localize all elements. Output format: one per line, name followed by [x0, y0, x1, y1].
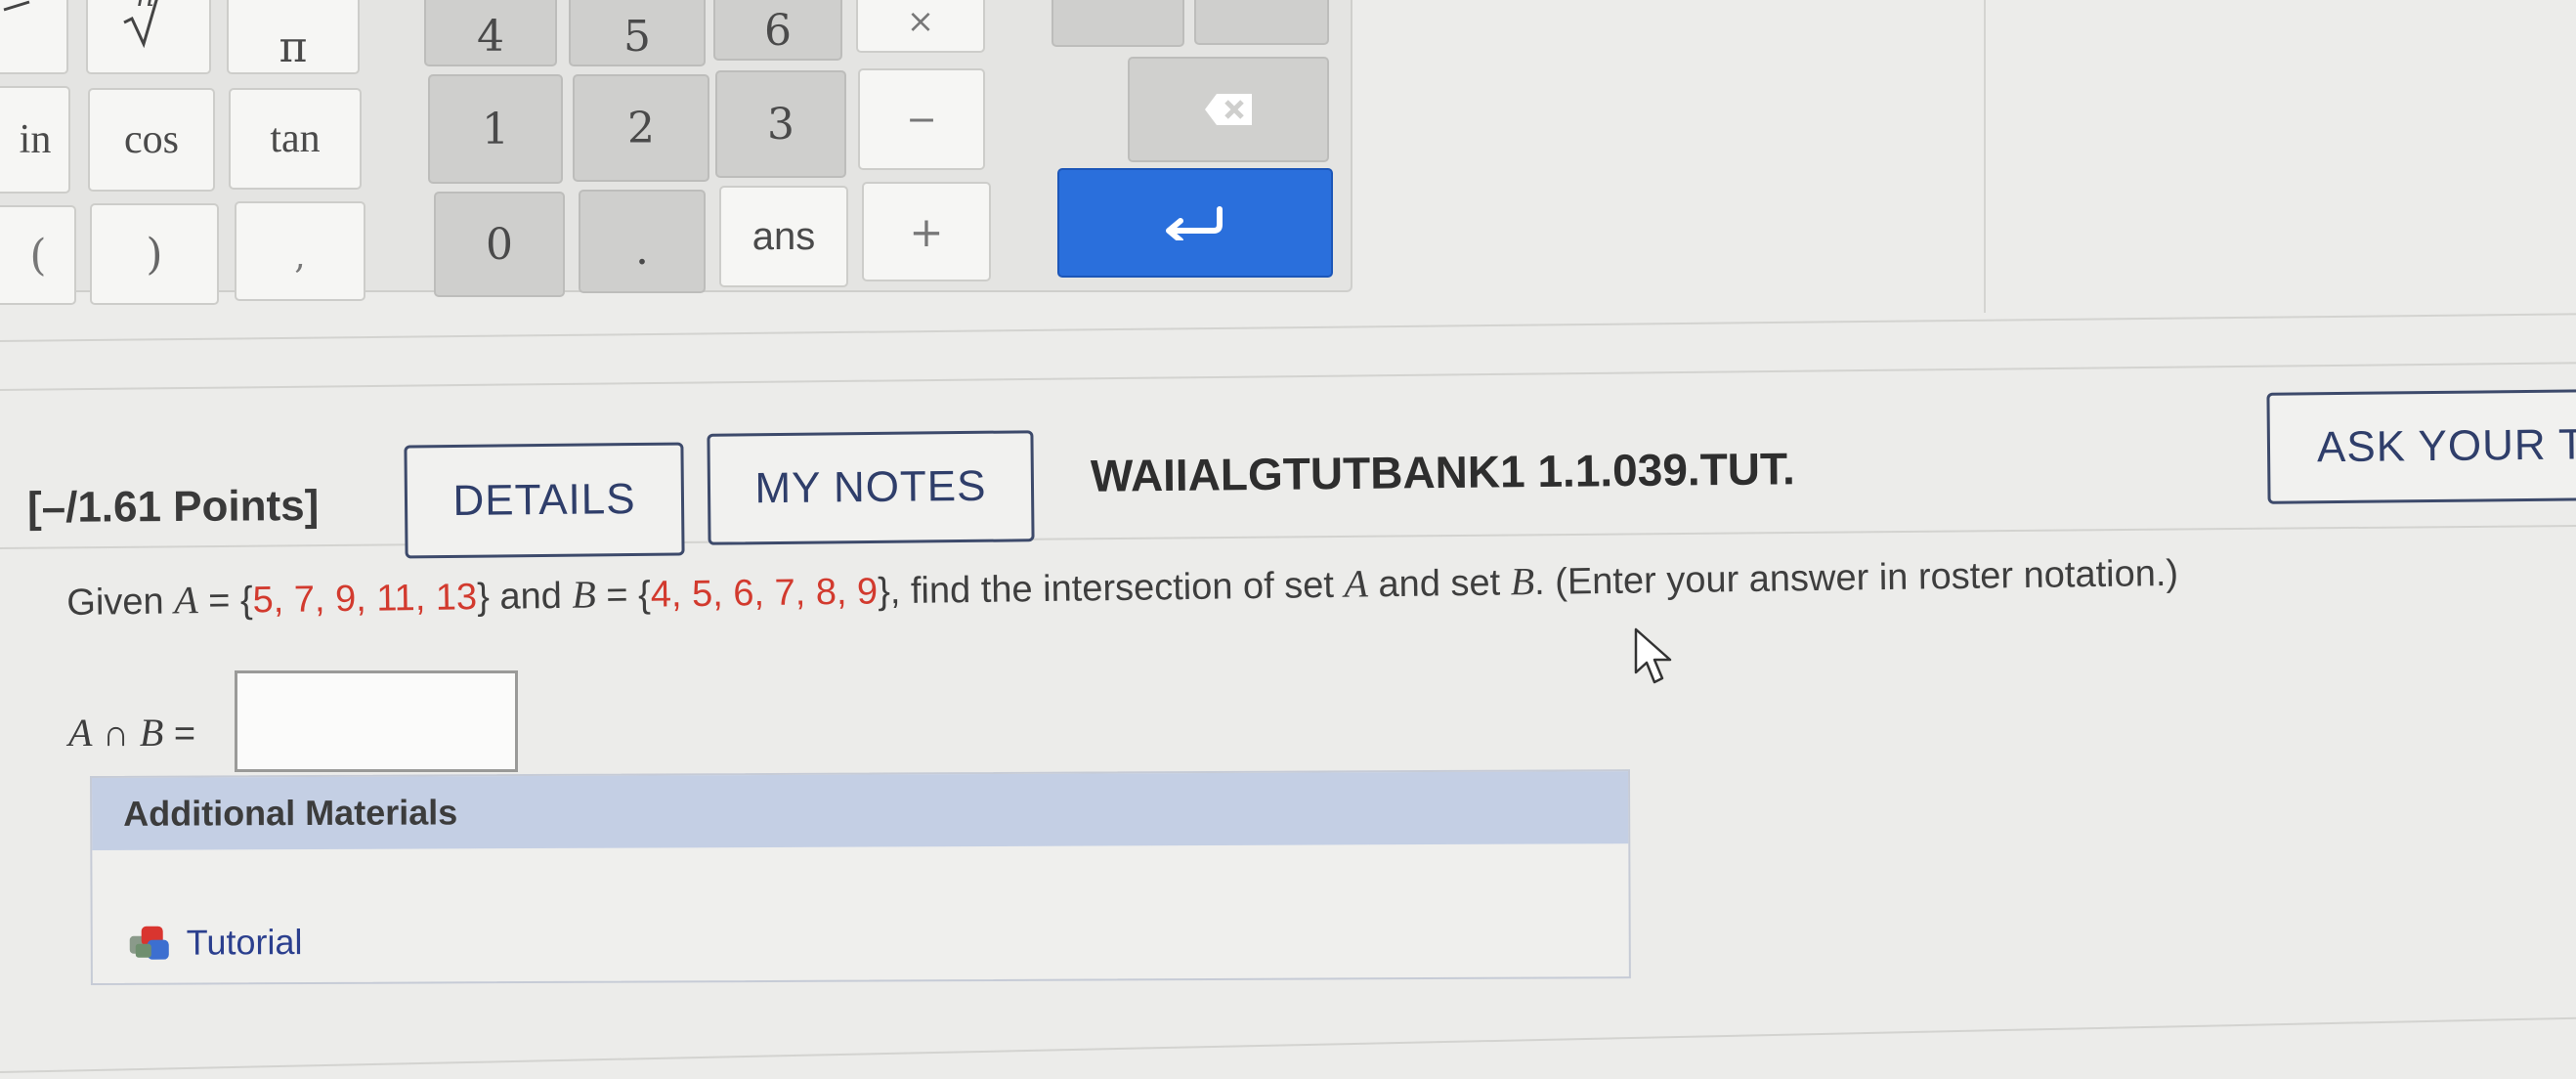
ans-label: ans	[751, 214, 816, 258]
ask-your-teacher-label: ASK YOUR T	[2316, 420, 2576, 472]
left-paren-label: (	[29, 230, 47, 281]
q-set-b-2: B	[1510, 559, 1535, 604]
tan-label: tan	[270, 116, 321, 161]
answer-label-eq: =	[163, 713, 196, 755]
enter-key[interactable]	[1057, 168, 1333, 278]
pi-key[interactable]: π	[227, 0, 360, 74]
q-eq1: = {	[197, 580, 253, 623]
divider-1	[0, 312, 2576, 342]
key-0[interactable]: 0	[434, 192, 565, 297]
right-paren-label: )	[146, 229, 163, 280]
q-and: } and	[476, 575, 573, 619]
additional-materials-header: Additional Materials	[92, 771, 1629, 850]
key-4[interactable]: 4	[424, 0, 557, 66]
tutorial-link[interactable]: Tutorial	[128, 922, 303, 964]
my-notes-button-label: MY NOTES	[754, 461, 987, 513]
key-2[interactable]: 2	[573, 74, 709, 182]
ans-key[interactable]: ans	[719, 186, 848, 287]
set-a-values: 5, 7, 9, 11, 13	[252, 577, 478, 622]
my-notes-button[interactable]: MY NOTES	[707, 430, 1035, 545]
left-arrow-key[interactable]	[1052, 0, 1184, 47]
answer-input[interactable]	[235, 670, 518, 772]
points-label: [–/1.61 Points]	[26, 481, 320, 533]
ask-your-teacher-button[interactable]: ASK YOUR T	[2266, 389, 2576, 504]
sqrt-key[interactable]	[0, 0, 68, 74]
answer-label: A ∩ B =	[68, 710, 195, 755]
q-rest1: }, find the intersection of set	[877, 564, 1345, 613]
additional-materials-panel: Additional Materials Tutorial	[90, 769, 1631, 985]
divider-3	[0, 524, 2576, 549]
left-paren-key[interactable]: (	[0, 205, 76, 305]
mouse-cursor-icon	[1634, 627, 1672, 684]
plus-key[interactable]: +	[862, 182, 991, 281]
details-button[interactable]: DETAILS	[404, 442, 685, 559]
times-key[interactable]: ×	[856, 0, 985, 53]
minus-label: −	[906, 98, 937, 141]
backspace-icon	[1205, 94, 1252, 125]
side-panel	[1984, 0, 2576, 313]
key-2-label: 2	[627, 103, 655, 153]
key-6-label: 6	[764, 5, 792, 56]
key-1-label: 1	[482, 104, 509, 154]
cos-key[interactable]: cos	[88, 88, 215, 192]
question-id: WAIIALGTUTBANK1 1.1.039.TUT.	[1090, 443, 1796, 501]
tan-key[interactable]: tan	[229, 88, 362, 190]
times-label: ×	[906, 2, 935, 41]
key-5-label: 5	[623, 11, 651, 62]
sin-label: in	[19, 117, 52, 162]
sqrt-icon	[3, 0, 30, 12]
q-given: Given	[66, 581, 175, 624]
right-arrow-key[interactable]	[1194, 0, 1329, 45]
divider-2	[0, 361, 2576, 391]
key-1[interactable]: 1	[428, 74, 563, 184]
key-3[interactable]: 3	[715, 70, 846, 178]
answer-label-b: B	[139, 711, 164, 755]
plus-label: +	[909, 207, 944, 256]
key-6[interactable]: 6	[713, 0, 842, 61]
answer-label-cap: ∩	[92, 713, 140, 755]
q-set-a: A	[173, 578, 198, 623]
q-rest2: and set	[1367, 562, 1511, 606]
tutorial-icon	[128, 923, 173, 964]
decimal-label: .	[635, 224, 649, 275]
cos-label: cos	[124, 117, 179, 162]
q-eq2: = {	[595, 574, 652, 617]
decimal-key[interactable]: .	[579, 190, 706, 293]
tutorial-label: Tutorial	[186, 922, 303, 963]
pi-label: π	[279, 22, 308, 72]
sin-key[interactable]: in	[0, 86, 70, 194]
key-4-label: 4	[477, 11, 504, 62]
backspace-key[interactable]	[1128, 57, 1329, 162]
comma-key[interactable]: ,	[235, 201, 365, 301]
comma-label: ,	[294, 236, 306, 277]
q-set-a-2: A	[1344, 561, 1369, 606]
additional-materials-title: Additional Materials	[123, 792, 458, 834]
enter-icon	[1166, 206, 1223, 240]
key-5[interactable]: 5	[569, 0, 706, 66]
divider-4	[0, 1015, 2576, 1073]
answer-label-a: A	[68, 711, 93, 755]
right-paren-key[interactable]: )	[90, 203, 219, 305]
q-rest3: . (Enter your answer in roster notation.…	[1533, 552, 2179, 604]
minus-key[interactable]: −	[858, 68, 985, 170]
set-b-values: 4, 5, 6, 7, 8, 9	[650, 571, 879, 616]
key-0-label: 0	[486, 219, 513, 270]
q-set-b: B	[572, 572, 597, 617]
nth-root-icon: n	[114, 0, 183, 52]
key-3-label: 3	[767, 99, 794, 150]
nth-root-key[interactable]: n	[86, 0, 211, 74]
details-button-label: DETAILS	[452, 475, 636, 525]
